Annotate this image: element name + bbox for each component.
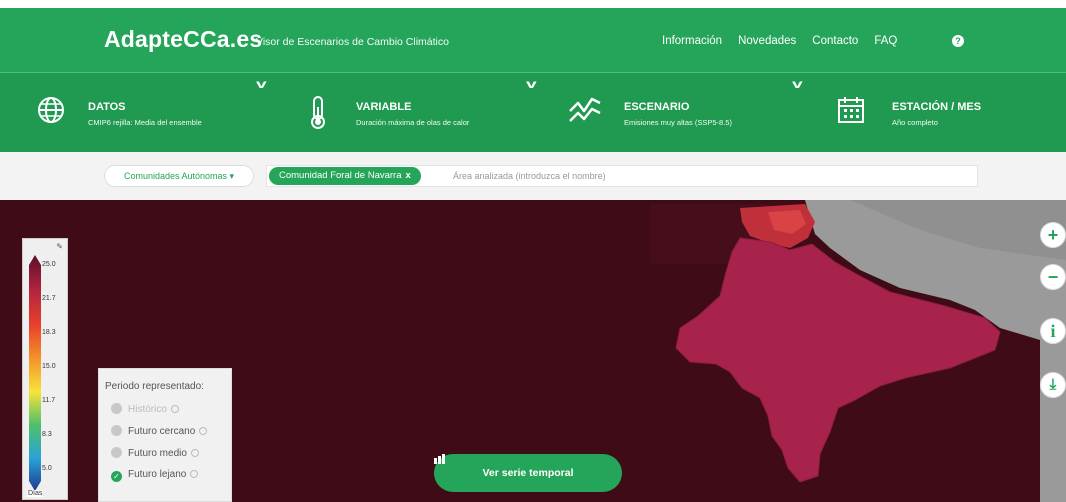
chevron-down-icon: v [791, 77, 803, 91]
selector-label: DATOS [88, 101, 126, 113]
info-icon[interactable] [170, 405, 179, 413]
selector-label: ESCENARIO [624, 101, 690, 113]
chip-label: Comunidad Foral de Navarra [279, 170, 402, 181]
trend-icon [569, 97, 601, 122]
period-option-label: Futuro medio [128, 448, 187, 459]
period-option-futuro-cercano[interactable]: Futuro cercano [111, 425, 208, 437]
zoom-in-button[interactable]: + [1040, 222, 1066, 248]
selector-value: Duración máxima de olas de calor [356, 118, 470, 127]
time-series-label: Ver serie temporal [482, 467, 574, 479]
chevron-down-icon: v [525, 77, 537, 91]
nav-contacto[interactable]: Contacto [812, 35, 858, 47]
period-panel: Periodo representado: Histórico Futuro c… [98, 368, 232, 502]
selected-region-chip[interactable]: Comunidad Foral de Navarra x [269, 167, 421, 185]
selector-datos[interactable]: DATOS CMIP6 rejilla: Media del ensemble … [0, 73, 270, 153]
radio-icon [111, 403, 122, 414]
selector-escenario[interactable]: ESCENARIO Emisiones muy altas (SSP5-8.5)… [540, 73, 810, 153]
period-option-label: Futuro lejano [128, 469, 187, 480]
calendar-icon [838, 97, 864, 123]
edit-icon[interactable]: ✎ [56, 242, 63, 251]
close-icon[interactable]: x [406, 170, 411, 181]
info-button[interactable]: i [1040, 318, 1066, 344]
selector-variable[interactable]: VARIABLE Duración máxima de olas de calo… [270, 73, 540, 153]
legend-tick: 21.7 [42, 295, 56, 302]
nav-novedades[interactable]: Novedades [738, 35, 796, 47]
nav-faq[interactable]: FAQ [874, 35, 897, 47]
period-option-futuro-lejano[interactable]: ✓ Futuro lejano [111, 469, 199, 482]
selector-value: Emisiones muy altas (SSP5-8.5) [624, 118, 732, 127]
search-placeholder: Área analizada (introduzca el nombre) [453, 171, 606, 181]
period-title: Periodo representado: [105, 381, 204, 392]
legend-tick: 15.0 [42, 363, 56, 370]
chart-icon [434, 454, 445, 464]
globe-icon [38, 97, 64, 123]
tagline: Visor de Escenarios de Cambio Climático [256, 36, 449, 48]
chevron-down-icon: v [255, 77, 267, 91]
legend-colorbar [29, 255, 41, 491]
zoom-out-button[interactable]: − [1040, 264, 1066, 290]
legend-tick: 5.0 [42, 465, 52, 472]
selector-value: Año completo [892, 118, 938, 127]
info-icon[interactable] [190, 470, 199, 478]
selector-bar: DATOS CMIP6 rejilla: Media del ensemble … [0, 72, 1066, 152]
selector-label: ESTACIÓN / MES [892, 101, 982, 113]
radio-icon[interactable] [111, 447, 122, 458]
legend-tick: 8.3 [42, 431, 52, 438]
legend-unit: Días [27, 490, 44, 497]
period-option-label: Histórico [128, 404, 167, 415]
top-header: AdapteCCa.es Visor de Escenarios de Camb… [0, 8, 1066, 72]
selector-label: VARIABLE [356, 101, 412, 113]
period-option-historico: Histórico [111, 403, 179, 415]
selector-estacion[interactable]: ESTACIÓN / MES Año completo [810, 73, 1066, 153]
top-nav: Información Novedades Contacto FAQ [662, 35, 913, 47]
check-icon[interactable]: ✓ [111, 471, 122, 482]
legend-tick: 18.3 [42, 329, 56, 336]
info-icon[interactable] [190, 449, 199, 457]
region-type-dropdown[interactable]: Comunidades Autónomas ▾ [104, 165, 254, 187]
radio-icon[interactable] [111, 425, 122, 436]
area-search-input[interactable]: Comunidad Foral de Navarra x Área analiza… [266, 165, 978, 187]
period-option-label: Futuro cercano [128, 426, 196, 437]
info-icon[interactable] [199, 427, 208, 435]
thermometer-icon [311, 96, 325, 129]
time-series-button[interactable]: Ver serie temporal [434, 454, 622, 492]
map-canvas[interactable]: ✎ 25.0 21.7 18.3 15.0 11.7 8.3 5.0 Días … [0, 200, 1066, 502]
period-option-futuro-medio[interactable]: Futuro medio [111, 447, 199, 459]
legend-tick: 25.0 [42, 261, 56, 268]
download-button[interactable]: ⤓ [1040, 372, 1066, 398]
legend-tick: 11.7 [42, 397, 56, 404]
nav-informacion[interactable]: Información [662, 35, 722, 47]
color-legend: ✎ 25.0 21.7 18.3 15.0 11.7 8.3 5.0 Días [22, 238, 68, 500]
brand-logo[interactable]: AdapteCCa.es [104, 26, 262, 53]
search-bar: Comunidades Autónomas ▾ Comunidad Foral … [0, 152, 1066, 200]
help-icon[interactable]: ? [952, 35, 964, 47]
selector-value: CMIP6 rejilla: Media del ensemble [88, 118, 202, 127]
